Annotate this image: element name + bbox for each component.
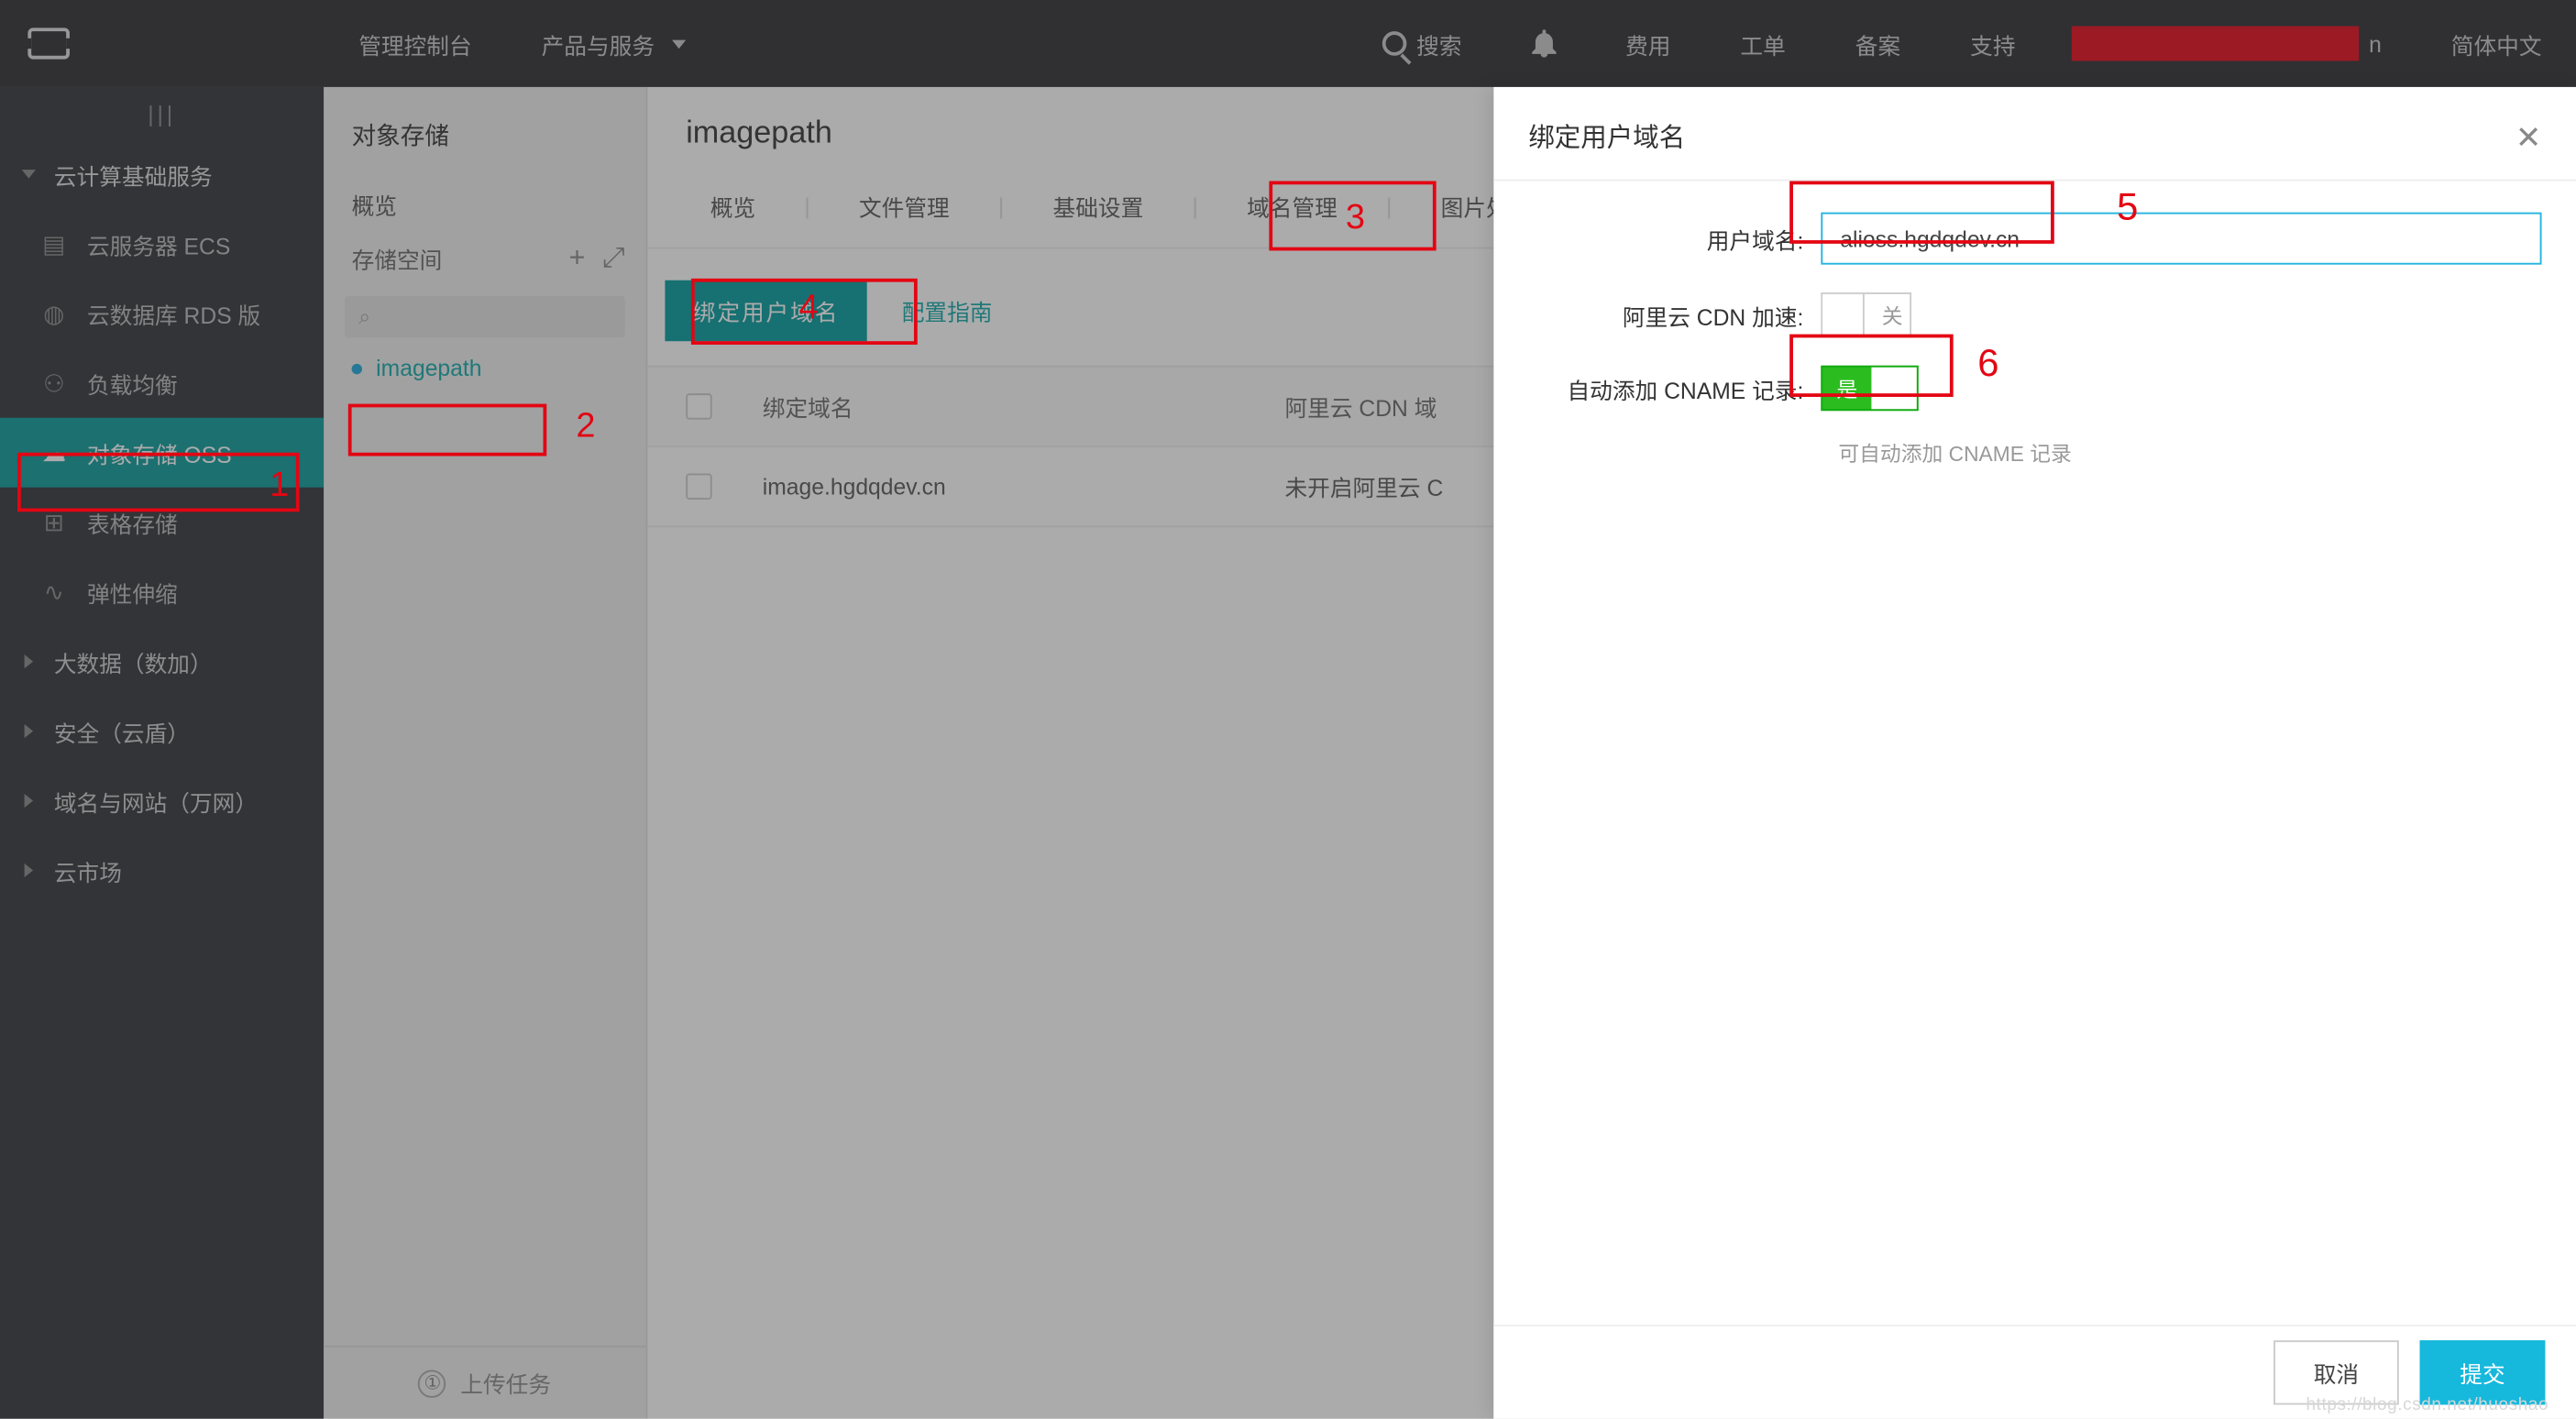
cname-label: 自动添加 CNAME 记录: bbox=[1528, 371, 1821, 404]
watermark: https://blog.csdn.net/huoshao bbox=[2306, 1396, 2548, 1415]
cdn-toggle[interactable]: 关 bbox=[1821, 292, 1911, 337]
cdn-label: 阿里云 CDN 加速: bbox=[1528, 299, 1821, 332]
cname-note: 可自动添加 CNAME 记录 bbox=[1838, 439, 2541, 468]
annotation-5: 5 bbox=[2117, 184, 2138, 229]
close-icon[interactable]: ✕ bbox=[2515, 121, 2542, 152]
domain-input[interactable] bbox=[1821, 213, 2541, 265]
panel-body: 用户域名: 阿里云 CDN 加速: 关 自动添加 CNAME 记录: 是 可自动… bbox=[1493, 181, 2576, 482]
toggle-knob bbox=[1871, 368, 1916, 410]
annotation-6: 6 bbox=[1977, 341, 1998, 386]
bind-domain-panel: 绑定用户域名 ✕ 用户域名: 阿里云 CDN 加速: 关 自动添加 CNAME … bbox=[1493, 87, 2576, 1419]
domain-label: 用户域名: bbox=[1528, 222, 1821, 255]
cname-toggle[interactable]: 是 bbox=[1821, 366, 1918, 411]
toggle-off-label: 关 bbox=[1882, 302, 1903, 331]
toggle-knob bbox=[1822, 294, 1865, 336]
panel-title: 绑定用户域名 bbox=[1528, 118, 1685, 155]
toggle-on-label: 是 bbox=[1836, 374, 1857, 403]
cancel-button[interactable]: 取消 bbox=[2273, 1340, 2399, 1404]
panel-header: 绑定用户域名 ✕ bbox=[1493, 87, 2576, 182]
submit-button[interactable]: 提交 bbox=[2420, 1340, 2546, 1404]
